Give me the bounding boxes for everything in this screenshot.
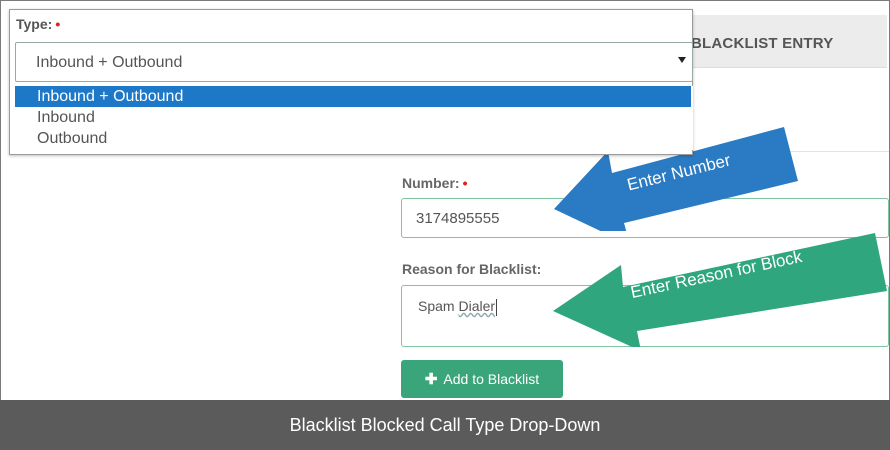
image-caption: Blacklist Blocked Call Type Drop-Down (0, 400, 890, 450)
screenshot-frame: BLACKLIST ENTRY Number: • 3174895555 Reas… (0, 0, 890, 450)
type-dropdown-panel: Type: • Inbound + Outbound Inbound + Outb… (9, 9, 693, 155)
type-options-list: Inbound + Outbound Inbound Outbound (15, 86, 693, 150)
panel-title: BLACKLIST ENTRY (691, 35, 834, 52)
type-select[interactable]: Inbound + Outbound (15, 42, 693, 82)
reason-label: Reason for Blacklist: (402, 261, 542, 277)
left-column (1, 151, 390, 401)
number-label: Number: • (402, 175, 468, 191)
required-marker: • (462, 175, 468, 191)
enter-reason-arrow: Enter Reason for Block (549, 227, 889, 351)
caret-down-icon (678, 57, 686, 63)
type-label: Type: • (16, 16, 61, 32)
option-inbound[interactable]: Inbound (15, 107, 691, 128)
option-outbound[interactable]: Outbound (15, 128, 691, 149)
plus-icon: ✚ (424, 371, 438, 388)
arrow-left-icon (553, 233, 887, 351)
option-inbound-outbound[interactable]: Inbound + Outbound (15, 86, 691, 107)
add-to-blacklist-button[interactable]: ✚ Add to Blacklist (401, 360, 563, 398)
required-marker: • (55, 16, 61, 32)
panel-header: BLACKLIST ENTRY (691, 15, 887, 68)
text-cursor (496, 298, 498, 316)
